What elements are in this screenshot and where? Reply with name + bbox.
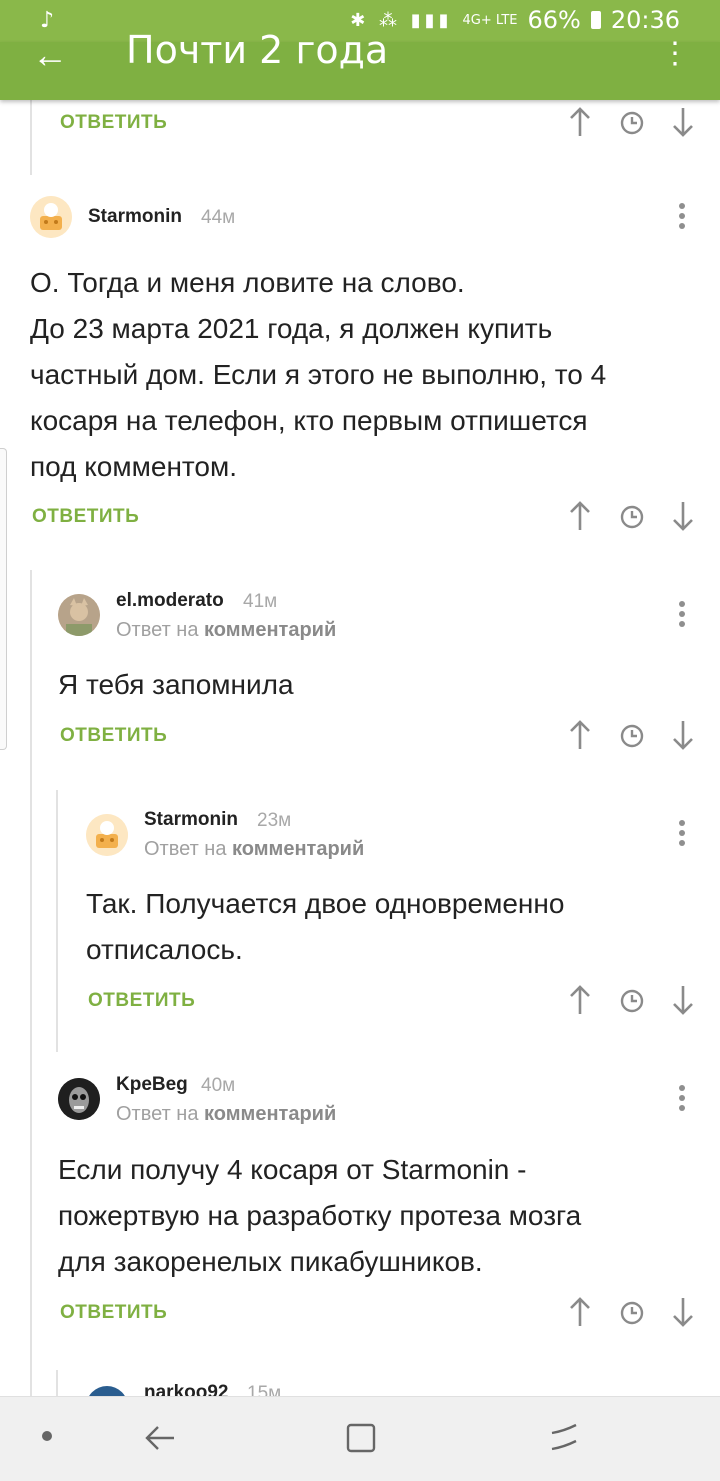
more-vert-icon[interactable] (672, 598, 692, 635)
avatar[interactable] (86, 1386, 128, 1396)
comment-time: 44м (201, 207, 236, 228)
back-icon[interactable] (144, 1421, 176, 1460)
reply-to-link[interactable]: комментарий (204, 619, 336, 641)
reply-to-link[interactable]: комментарий (204, 1103, 336, 1125)
reply-row: ОТВЕТИТЬ (0, 498, 720, 538)
recents-icon[interactable] (345, 1421, 377, 1460)
avatar[interactable] (30, 196, 72, 238)
comment-line: Так. Получается двое одновременно (86, 888, 565, 919)
reply-button[interactable]: ОТВЕТИТЬ (88, 990, 195, 1012)
comment-time: 15м (247, 1383, 282, 1396)
comment-author[interactable]: Starmonin (144, 809, 238, 831)
comment-line: Я тебя запомнила (58, 669, 294, 700)
arrow-down-icon[interactable] (671, 719, 695, 751)
switch-apps-icon[interactable] (548, 1421, 580, 1460)
arrow-up-icon[interactable] (568, 984, 592, 1016)
music-note-icon: ♪ (40, 8, 55, 33)
arrow-down-icon[interactable] (671, 984, 695, 1016)
reply-to: Ответ на комментарий (116, 619, 336, 642)
avatar[interactable] (58, 594, 100, 636)
battery-icon (590, 11, 601, 29)
comment-time: 40м (201, 1075, 236, 1096)
arrow-down-icon[interactable] (671, 500, 695, 532)
reply-row: ОТВЕТИТЬ (0, 982, 720, 1022)
comment-line: Если получу 4 косаря от Starmonin - (58, 1154, 527, 1185)
comment-line: отписалось. (86, 934, 243, 965)
page-title: Почти 2 года (126, 28, 389, 72)
more-vert-icon[interactable] (672, 1082, 692, 1119)
comment-line: пожертвую на разработку протеза мозга (58, 1200, 582, 1231)
reply-to: Ответ на комментарий (144, 838, 364, 861)
comment-text: Я тебя запомнила (58, 662, 698, 708)
comment-time: 23м (257, 810, 292, 831)
arrow-up-icon[interactable] (568, 106, 592, 138)
clock-icon[interactable] (619, 1300, 645, 1326)
reply-to: Ответ на комментарий (116, 1103, 336, 1126)
comment-text: Так. Получается двое одновременно отписа… (86, 881, 696, 973)
more-vert-icon[interactable] (672, 200, 692, 237)
comment-line: частный дом. Если я этого не выполню, то… (30, 359, 607, 390)
reply-button[interactable]: ОТВЕТИТЬ (32, 506, 139, 528)
reply-row: ОТВЕТИТЬ (0, 1294, 720, 1334)
comment-line: О. Тогда и меня ловите на слово. (30, 267, 465, 298)
reply-button[interactable]: ОТВЕТИТЬ (60, 725, 167, 747)
reply-to-prefix: Ответ на (116, 1103, 199, 1125)
comment-text: О. Тогда и меня ловите на слово. До 23 м… (30, 260, 700, 490)
clock-icon[interactable] (619, 723, 645, 749)
comment-author[interactable]: narkoo92 (144, 1382, 228, 1396)
system-nav-bar (0, 1396, 720, 1481)
more-vert-icon[interactable]: ⋮ (660, 36, 690, 71)
comment-line: под комментом. (30, 451, 238, 482)
app-bar: ← Почти 2 года ⋮ (0, 28, 720, 100)
arrow-down-icon[interactable] (671, 106, 695, 138)
comment-text: Если получу 4 косаря от Starmonin - поже… (58, 1147, 698, 1285)
more-vert-icon[interactable] (672, 817, 692, 854)
reply-row: ОТВЕТИТЬ (0, 102, 720, 142)
clock-icon[interactable] (619, 110, 645, 136)
reply-button[interactable]: ОТВЕТИТЬ (60, 112, 167, 134)
thread-line (56, 1370, 58, 1396)
comment-author[interactable]: KpeBeg (116, 1074, 188, 1096)
comment-time: 41м (243, 591, 278, 612)
avatar[interactable] (58, 1078, 100, 1120)
comment-line: До 23 марта 2021 года, я должен купить (30, 313, 553, 344)
arrow-up-icon[interactable] (568, 500, 592, 532)
dot-icon[interactable] (42, 1431, 52, 1441)
reply-to-prefix: Ответ на (116, 619, 199, 641)
arrow-down-icon[interactable] (671, 1296, 695, 1328)
comment-line: косаря на телефон, кто первым отпишется (30, 405, 588, 436)
comment-author[interactable]: el.moderato (116, 590, 224, 612)
arrow-left-icon[interactable]: ← (32, 34, 68, 76)
reply-to-prefix: Ответ на (144, 838, 227, 860)
reply-to-link[interactable]: комментарий (232, 838, 364, 860)
network-label: 4G+ LTE (462, 12, 518, 28)
arrow-up-icon[interactable] (568, 1296, 592, 1328)
avatar[interactable] (86, 814, 128, 856)
clock-icon[interactable] (619, 988, 645, 1014)
reply-button[interactable]: ОТВЕТИТЬ (60, 1302, 167, 1324)
comment-line: для закоренелых пикабушников. (58, 1246, 483, 1277)
clock-time: 20:36 (610, 6, 680, 34)
arrow-up-icon[interactable] (568, 719, 592, 751)
comment-author[interactable]: Starmonin (88, 206, 182, 228)
reply-row: ОТВЕТИТЬ (0, 718, 720, 758)
comments-list: ОТВЕТИТЬ Starmonin 44м О. Тогда и меня л… (0, 100, 720, 1396)
clock-icon[interactable] (619, 504, 645, 530)
battery-level: 66% (527, 6, 581, 34)
